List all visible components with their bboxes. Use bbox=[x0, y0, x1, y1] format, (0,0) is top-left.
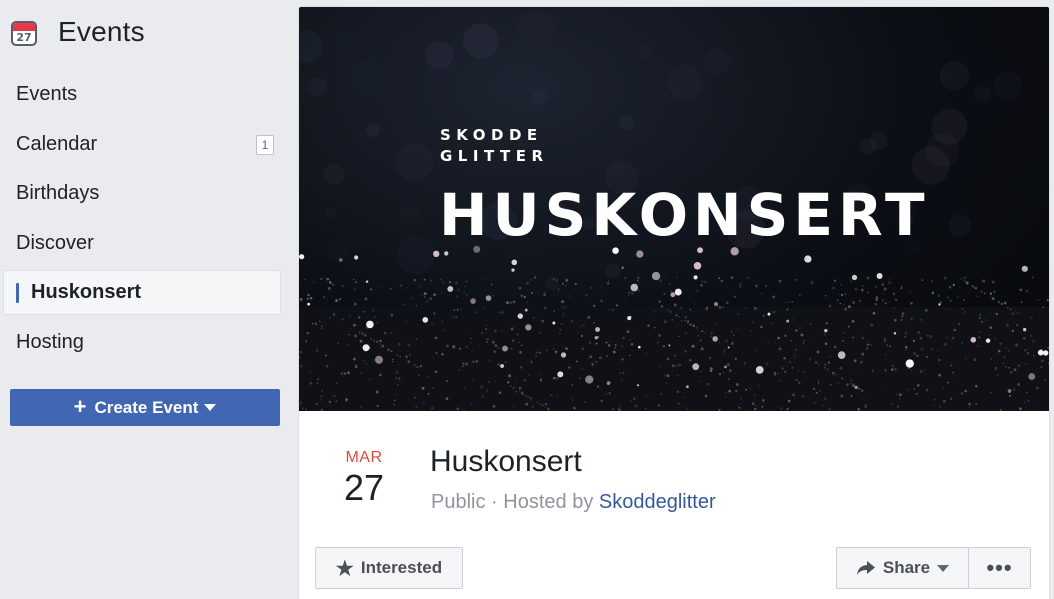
interested-button[interactable]: ★ Interested bbox=[315, 547, 463, 589]
share-arrow-icon bbox=[856, 561, 875, 575]
interested-label: Interested bbox=[360, 558, 443, 577]
sidebar-item-hosting[interactable]: Hosting bbox=[3, 320, 281, 365]
sidebar-item-label: Hosting bbox=[16, 330, 84, 353]
share-button[interactable]: Share bbox=[836, 547, 969, 589]
sidebar-title: Events bbox=[58, 16, 145, 47]
sidebar-item-birthdays[interactable]: Birthdays bbox=[3, 171, 281, 216]
plus-icon: + bbox=[73, 393, 87, 419]
cover-headline: HUSKONSERT bbox=[439, 181, 930, 249]
create-event-label: Create Event bbox=[94, 397, 199, 417]
more-options-icon: ••• bbox=[986, 555, 1013, 580]
host-link[interactable]: Skoddeglitter bbox=[599, 491, 716, 513]
sidebar-item-label: Birthdays bbox=[16, 182, 100, 204]
sidebar-item-huskonsert[interactable]: Huskonsert bbox=[3, 270, 281, 315]
calendar-count-badge: 1 bbox=[256, 134, 274, 155]
more-options-button[interactable]: ••• bbox=[968, 547, 1031, 589]
caret-down-icon bbox=[937, 564, 950, 572]
cover-brand-text: SKODDE GLITTER bbox=[440, 125, 549, 167]
event-date: MAR 27 bbox=[319, 449, 409, 508]
event-cover-photo: SKODDE GLITTER HUSKONSERT bbox=[299, 7, 1049, 411]
sidebar-item-label: Calendar bbox=[16, 132, 98, 155]
caret-down-icon bbox=[204, 404, 217, 411]
event-month: MAR bbox=[345, 449, 383, 466]
star-icon: ★ bbox=[335, 557, 354, 580]
event-day: 27 bbox=[343, 467, 385, 508]
sidebar-item-calendar[interactable]: Calendar 1 bbox=[3, 122, 281, 167]
sidebar: 27 Events Events Calendar 1 Birthdays Di… bbox=[0, 0, 290, 599]
sidebar-item-label: Discover bbox=[16, 231, 94, 254]
share-label: Share bbox=[882, 558, 931, 577]
event-title: Huskonsert bbox=[430, 445, 582, 478]
cover-brand-line1: SKODDE bbox=[440, 126, 543, 144]
sidebar-item-label: Huskonsert bbox=[31, 281, 142, 303]
sidebar-item-discover[interactable]: Discover bbox=[3, 221, 281, 266]
sidebar-item-events[interactable]: Events bbox=[3, 72, 281, 117]
hosted-by-label: Hosted by bbox=[503, 491, 594, 513]
event-card: SKODDE GLITTER HUSKONSERT MAR 27 Huskons… bbox=[298, 6, 1050, 599]
create-event-button[interactable]: + Create Event bbox=[10, 389, 280, 426]
event-meta: Public · Hosted by Skoddeglitter bbox=[431, 491, 716, 514]
sidebar-header: 27 Events bbox=[10, 14, 145, 50]
meta-separator: · bbox=[491, 491, 504, 513]
event-privacy: Public bbox=[431, 491, 486, 513]
sidebar-nav: Events Calendar 1 Birthdays Discover Hus… bbox=[3, 72, 281, 369]
calendar-icon: 27 bbox=[10, 17, 38, 47]
sidebar-item-label: Events bbox=[16, 83, 78, 105]
cover-brand-line2: GLITTER bbox=[440, 147, 549, 165]
